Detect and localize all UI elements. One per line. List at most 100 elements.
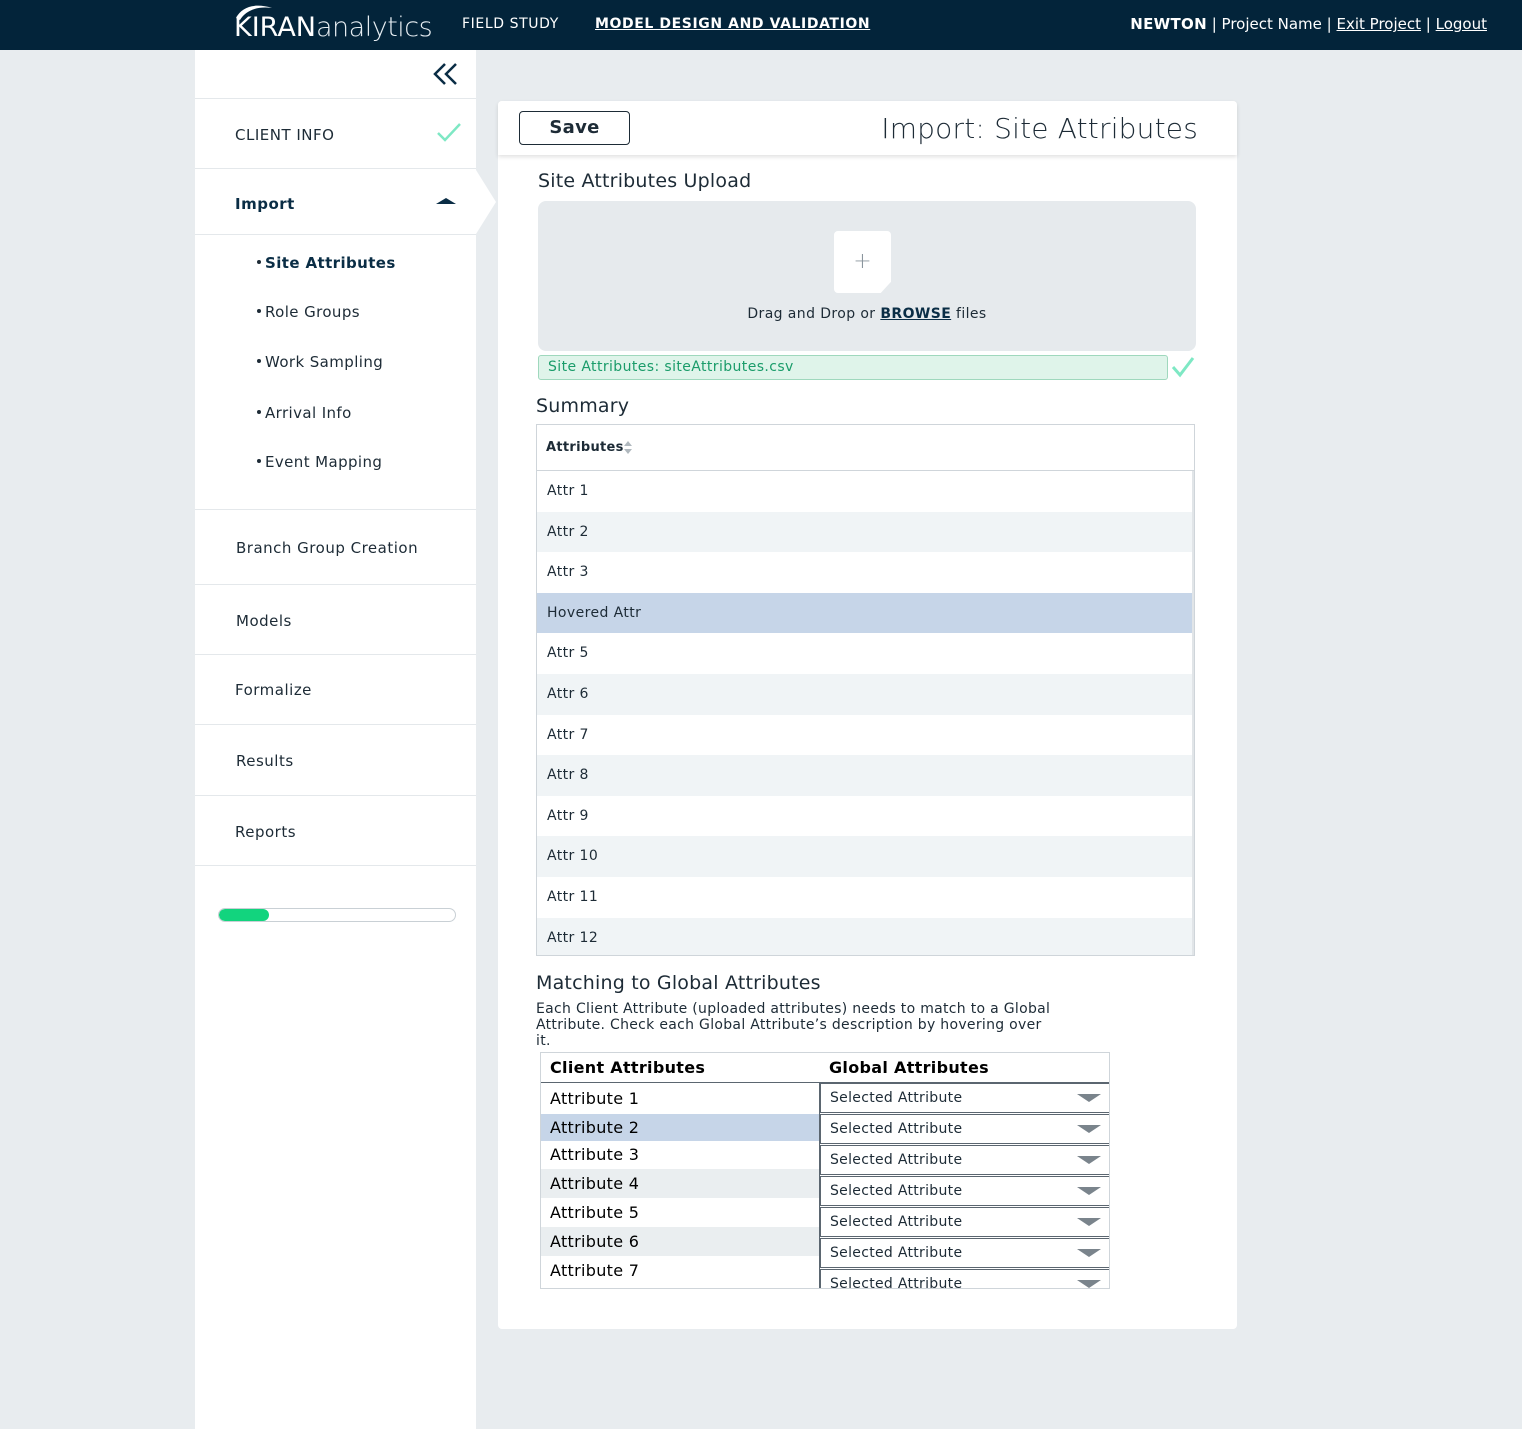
sidebar-item-models[interactable]: Models [195, 584, 476, 654]
caret-up-icon[interactable] [436, 198, 456, 204]
sidebar-item-reports[interactable]: Reports [195, 795, 476, 866]
project-name: Project Name [1221, 15, 1322, 33]
logout-link[interactable]: Logout [1436, 15, 1487, 33]
sidebar-item-client-info[interactable]: CLIENT INFO [195, 98, 476, 168]
dropdown-arrow-icon[interactable] [1077, 1094, 1101, 1102]
subitem-label: Event Mapping [265, 453, 383, 471]
bullet-icon [257, 409, 261, 414]
summary-table-header[interactable]: Attributes [537, 425, 1194, 471]
client-attributes-list: Attribute 1 Attribute 2 Attribute 3 Attribu… [541, 1083, 820, 1288]
global-attribute-select[interactable]: Selected Attribute [820, 1269, 1109, 1288]
dropdown-arrow-icon[interactable] [1077, 1187, 1101, 1195]
sidebar-subitem-event-mapping[interactable]: Event Mapping [257, 453, 382, 471]
client-attribute-item[interactable]: Attribute 5 [541, 1198, 819, 1227]
sidebar-item-formalize[interactable]: Formalize [195, 654, 476, 724]
summary-row[interactable]: Attr 3 [537, 552, 1194, 593]
progress-bar-fill [219, 909, 269, 921]
bullet-icon [257, 458, 261, 463]
bullet-icon [257, 259, 261, 264]
summary-row[interactable]: Attr 7 [537, 715, 1194, 756]
client-attributes-header: Client Attributes [550, 1058, 706, 1077]
client-attribute-item[interactable]: Attribute 4 [541, 1169, 819, 1198]
user-name: NEWTON [1130, 15, 1207, 33]
global-attribute-select[interactable]: Selected Attribute [820, 1238, 1109, 1268]
select-value: Selected Attribute [830, 1245, 963, 1261]
global-attributes-header: Global Attributes [829, 1058, 989, 1077]
client-attribute-item[interactable]: Attribute 7 [541, 1256, 819, 1286]
sidebar-item-branch-group-creation[interactable]: Branch Group Creation [195, 509, 476, 584]
nav-field-study[interactable]: FIELD STUDY [462, 16, 559, 32]
browse-link[interactable]: BROWSE [880, 306, 951, 322]
sidebar-item-label: Models [236, 612, 292, 630]
subitem-label: Site Attributes [265, 254, 396, 272]
sidebar-item-label: Reports [235, 823, 297, 841]
dropdown-arrow-icon[interactable] [1077, 1249, 1101, 1257]
summary-row[interactable]: Attr 2 [537, 511, 1194, 553]
sidebar: CLIENT INFO Import Site Attributes Role … [195, 50, 496, 1429]
summary-scrollbar[interactable] [1192, 471, 1194, 955]
summary-row[interactable]: Attr 5 [537, 633, 1194, 674]
collapse-double-chevron-icon [433, 63, 457, 85]
client-attribute-item[interactable]: Attribute 6 [541, 1227, 819, 1256]
dropdown-arrow-icon[interactable] [1077, 1156, 1101, 1164]
attribute-matching-table: Client Attributes Global Attributes Attr… [540, 1052, 1110, 1289]
matching-section-title: Matching to Global Attributes [536, 972, 821, 994]
dropdown-arrow-icon[interactable] [1077, 1218, 1101, 1226]
sidebar-subitem-site-attributes[interactable]: Site Attributes [257, 254, 396, 272]
upload-section-title: Site Attributes Upload [538, 170, 752, 192]
select-value: Selected Attribute [830, 1121, 963, 1137]
plus-glyph: + [853, 249, 872, 274]
client-attribute-item[interactable]: Attribute 1 [541, 1083, 819, 1114]
nav-model-design-and-validation[interactable]: MODEL DESIGN AND VALIDATION [595, 16, 870, 32]
drop-suffix: files [956, 306, 987, 322]
sidebar-subitem-role-groups[interactable]: Role Groups [257, 303, 360, 321]
dropdown-arrow-icon[interactable] [1077, 1280, 1101, 1288]
global-attribute-select[interactable]: Selected Attribute [820, 1083, 1109, 1113]
progress-bar [218, 908, 456, 922]
sidebar-item-import[interactable]: Import [195, 168, 476, 234]
page-title: Import: Site Attributes [881, 112, 1198, 145]
select-value: Selected Attribute [830, 1090, 963, 1106]
collapse-sidebar-button[interactable] [431, 60, 461, 88]
client-attribute-item[interactable]: Attribute 2 [541, 1114, 819, 1141]
summary-row[interactable]: Attr 8 [537, 755, 1194, 796]
main-card: Save Import: Site Attributes Site Attrib… [498, 101, 1237, 1329]
drop-prefix: Drag and Drop or [747, 306, 876, 322]
sort-icon[interactable] [624, 441, 632, 455]
sidebar-item-label: Formalize [235, 681, 312, 699]
select-value: Selected Attribute [830, 1152, 963, 1168]
matching-description: Each Client Attribute (uploaded attribut… [536, 1001, 1056, 1049]
logo-brand-bold: KIRAN [234, 12, 317, 43]
global-attribute-select[interactable]: Selected Attribute [820, 1207, 1109, 1237]
file-add-icon[interactable]: + [834, 231, 891, 293]
user-project-bar: NEWTON | Project Name | Exit Project | L… [1130, 15, 1487, 33]
separator: | [1425, 15, 1431, 33]
exit-project-link[interactable]: Exit Project [1337, 15, 1422, 33]
sidebar-item-label: Results [236, 752, 294, 770]
summary-section-title: Summary [536, 395, 630, 417]
summary-row[interactable]: Attr 1 [537, 471, 1194, 512]
summary-row[interactable]: Attr 12 [537, 917, 1194, 955]
global-attribute-select[interactable]: Selected Attribute [820, 1176, 1109, 1206]
summary-row[interactable]: Hovered Attr [537, 592, 1194, 634]
sidebar-subitem-work-sampling[interactable]: Work Sampling [257, 353, 383, 371]
global-attribute-select[interactable]: Selected Attribute [820, 1145, 1109, 1175]
sidebar-subitem-arrival-info[interactable]: Arrival Info [257, 404, 352, 422]
save-button[interactable]: Save [519, 111, 630, 145]
dropdown-arrow-icon[interactable] [1077, 1125, 1101, 1133]
column-header-attributes: Attributes [546, 440, 624, 455]
separator: | [1211, 15, 1217, 33]
file-dropzone[interactable]: + Drag and Drop or BROWSE files [538, 201, 1196, 351]
summary-row[interactable]: Attr 6 [537, 674, 1194, 715]
summary-table: Attributes Attr 1 Attr 2 Attr 3 Hovered Att… [536, 424, 1195, 956]
client-attribute-item[interactable]: Attribute 3 [541, 1141, 819, 1169]
sidebar-item-results[interactable]: Results [195, 724, 476, 795]
summary-row[interactable]: Attr 11 [537, 877, 1194, 918]
summary-row[interactable]: Attr 9 [537, 796, 1194, 837]
checkmark-icon [437, 123, 461, 142]
sidebar-item-label: CLIENT INFO [235, 126, 335, 144]
matching-description-line: Attribute. Check each Global Attribute’s… [536, 1017, 1042, 1049]
summary-row[interactable]: Attr 10 [537, 836, 1194, 877]
global-attribute-select[interactable]: Selected Attribute [820, 1114, 1109, 1144]
subitem-label: Arrival Info [265, 404, 352, 422]
